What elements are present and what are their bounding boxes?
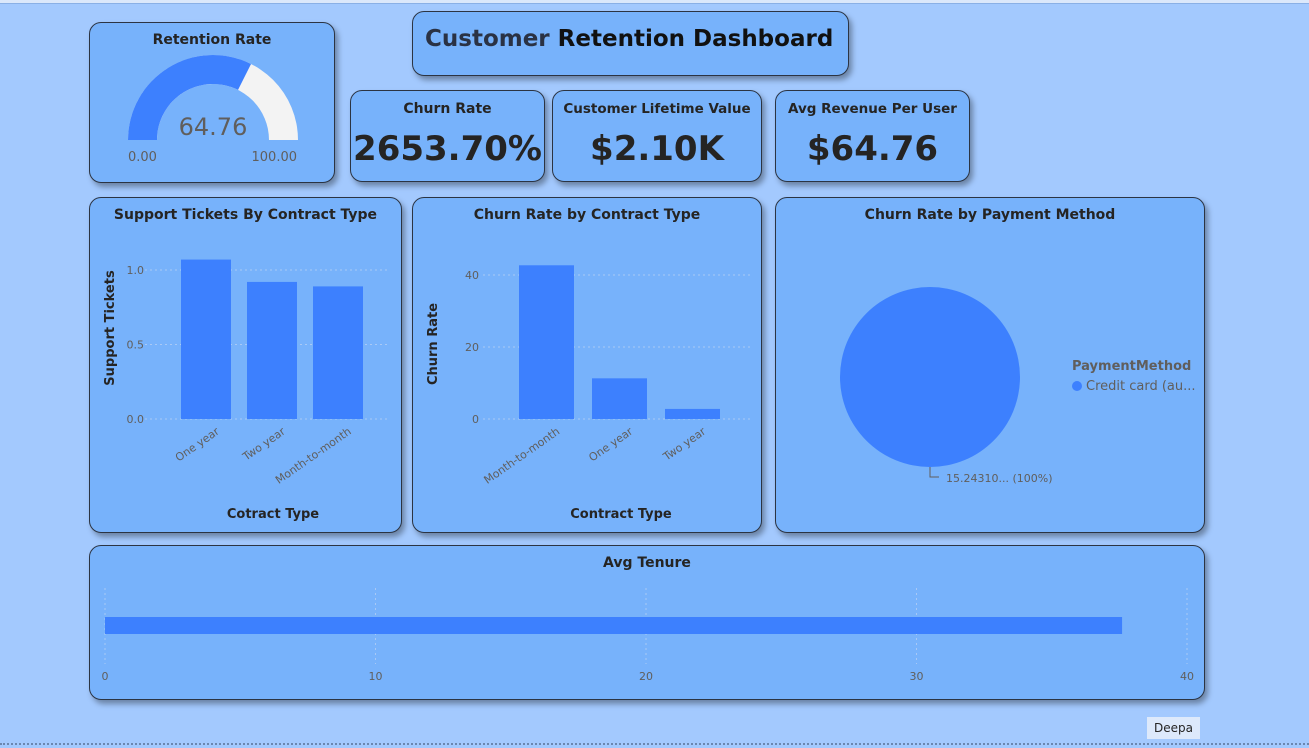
y-axis-title: Churn Rate: [426, 303, 441, 385]
pie-leader-line: [929, 467, 939, 478]
x-tick-label: 10: [369, 670, 383, 683]
legend-title: PaymentMethod: [1072, 359, 1191, 374]
avg-tenure-card[interactable]: Avg Tenure 0 10 20 30 40: [89, 545, 1205, 700]
churn-contract-card[interactable]: Churn Rate by Contract Type 0 20 40 Month-t…: [412, 197, 762, 533]
pie-data-label: 15.24310... (100%): [946, 472, 1053, 485]
bar[interactable]: [181, 259, 231, 419]
y-tick-label: 0.5: [127, 339, 145, 352]
bar[interactable]: [665, 408, 720, 419]
legend-marker: [1072, 381, 1082, 391]
arpu-value: $64.76: [806, 129, 939, 169]
x-tick-label: Two year: [240, 425, 289, 464]
tenure-bar[interactable]: [105, 617, 1123, 634]
churn-rate-title: Churn Rate: [403, 101, 492, 117]
bar[interactable]: [592, 378, 647, 419]
y-tick-label: 0: [472, 413, 479, 426]
legend-item[interactable]: Credit card (au...: [1086, 379, 1196, 394]
y-tick-label: 20: [465, 341, 479, 354]
gauge-min-label: 0.00: [128, 150, 157, 165]
x-axis-title: Cotract Type: [227, 507, 319, 522]
avg-tenure-chart: 0 10 20 30 40: [102, 588, 1194, 683]
clv-card[interactable]: Customer Lifetime Value $2.10K: [552, 90, 762, 182]
y-tick-label: 0.0: [127, 413, 145, 426]
x-tick-label: 20: [639, 670, 653, 683]
y-tick-label: 1.0: [127, 264, 145, 277]
pie-slice[interactable]: [840, 287, 1020, 467]
dashboard-title-part2: Retention Dashboard: [557, 26, 834, 52]
y-axis-title: Support Tickets: [103, 270, 118, 386]
churn-payment-card[interactable]: Churn Rate by Payment Method 15.24310...…: [775, 197, 1205, 533]
arpu-card[interactable]: Avg Revenue Per User $64.76: [775, 90, 970, 182]
retention-gauge: 64.76 0.00 100.00: [128, 54, 298, 165]
x-tick-label: 0: [102, 670, 109, 683]
bar[interactable]: [247, 281, 297, 419]
churn-payment-chart: 15.24310... (100%) PaymentMethod Credit …: [840, 287, 1196, 485]
support-tickets-card[interactable]: Support Tickets By Contract Type 0.0 0.5 1…: [89, 197, 402, 533]
x-tick-label: 40: [1180, 670, 1194, 683]
x-tick-label: Month-to-month: [482, 425, 563, 487]
dashboard-title-part1: Customer: [425, 26, 550, 52]
gauge-max-label: 100.00: [252, 150, 298, 165]
bar[interactable]: [313, 286, 363, 419]
x-tick-label: One year: [586, 425, 635, 465]
bar[interactable]: [519, 265, 574, 419]
x-tick-label: One year: [173, 425, 222, 465]
x-tick-label: 30: [910, 670, 924, 683]
top-border: [0, 0, 1309, 4]
clv-value: $2.10K: [590, 129, 724, 169]
gauge-value: 64.76: [179, 113, 248, 141]
author-label: Deepa: [1147, 717, 1200, 739]
x-tick-label: Two year: [660, 425, 709, 464]
y-tick-label: 40: [465, 269, 479, 282]
arpu-title: Avg Revenue Per User: [788, 101, 957, 117]
dashboard-title: Customer Retention Dashboard: [425, 26, 833, 52]
x-axis-title: Contract Type: [570, 507, 672, 522]
churn-contract-chart: 0 20 40 Month-to-month One year Two year Contr…: [426, 265, 753, 522]
clv-title: Customer Lifetime Value: [563, 101, 751, 117]
support-tickets-chart: 0.00.51.0One year Two yearMonth-to-monthC…: [103, 259, 390, 522]
churn-rate-value: 2653.70%: [353, 129, 542, 169]
retention-rate-card[interactable]: Retention Rate 64.76 0.00 100.00: [89, 22, 335, 183]
bottom-border: [0, 743, 1309, 745]
dashboard-title-card: Customer Retention Dashboard: [412, 11, 849, 76]
churn-rate-card[interactable]: Churn Rate 2653.70%: [350, 90, 545, 182]
